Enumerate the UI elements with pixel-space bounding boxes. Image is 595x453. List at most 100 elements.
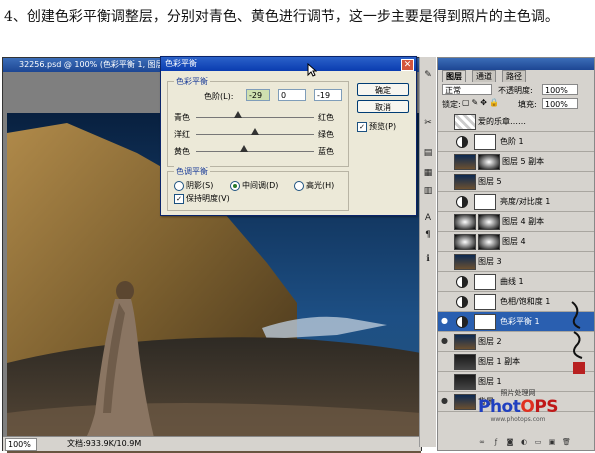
layer-visibility-eye-icon[interactable]: [441, 377, 449, 385]
dialog-title-bar[interactable]: 色彩平衡: [161, 57, 416, 71]
new-layer-icon[interactable]: ▣: [548, 438, 556, 446]
adjustment-layer-icon: [456, 316, 468, 328]
layer-name: 图层 5 副本: [502, 157, 545, 166]
history-icon[interactable]: ▤: [422, 147, 434, 159]
layer-row[interactable]: 图层 5 副本: [438, 152, 594, 172]
layer-visibility-eye-icon[interactable]: [441, 237, 449, 245]
tutorial-caption: 4、创建色彩平衡调整层，分别对青色、黄色进行调节，这一步主要是得到照片的主色调。: [4, 9, 559, 25]
level-cyan-red-input[interactable]: -29: [246, 89, 270, 101]
layer-name: 图层 4 副本: [502, 217, 545, 226]
layer-row[interactable]: 爱的乐章……: [438, 112, 594, 132]
layer-name: 色彩平衡 1: [500, 317, 540, 326]
level-magenta-green-input[interactable]: 0: [278, 89, 306, 101]
layer-thumbnail[interactable]: [454, 154, 476, 170]
brush-tool-icon[interactable]: ✎: [422, 69, 434, 81]
layer-visibility-eye-icon[interactable]: [441, 197, 449, 205]
layer-visibility-eye-icon[interactable]: [441, 157, 449, 165]
actions-icon[interactable]: ▦: [422, 167, 434, 179]
color-balance-group: 色彩平衡 色阶(L): -29 0 -19 青色 红色 洋红 绿色 黄色 蓝色: [167, 76, 349, 167]
fill-field[interactable]: 100%: [542, 98, 578, 109]
delete-layer-icon[interactable]: 🗑: [562, 438, 571, 446]
mouse-cursor-icon: [307, 63, 317, 77]
level-yellow-blue-input[interactable]: -19: [314, 89, 342, 101]
yellow-blue-slider-thumb[interactable]: [239, 145, 248, 152]
opacity-label: 不透明度:: [498, 86, 533, 95]
doc-size-info[interactable]: 文档:933.9K/10.9M: [65, 438, 147, 449]
dialog-close-button[interactable]: ✕: [401, 59, 414, 71]
layer-mask-thumbnail[interactable]: [474, 294, 496, 310]
layer-mask-thumbnail[interactable]: [474, 134, 496, 150]
cyan-red-slider-thumb[interactable]: [233, 111, 242, 118]
character-icon[interactable]: A: [422, 212, 434, 224]
layer-mask-thumbnail[interactable]: [478, 214, 500, 230]
yellow-blue-track[interactable]: [196, 151, 314, 152]
watermark-url: www.photops.com: [490, 416, 546, 423]
ok-button[interactable]: 确定: [357, 83, 409, 96]
blend-mode-select[interactable]: 正常: [442, 84, 492, 95]
paragraph-icon[interactable]: ¶: [422, 229, 434, 241]
layers-panel-header[interactable]: [438, 58, 594, 70]
layer-name: 爱的乐章……: [478, 117, 526, 126]
layer-row[interactable]: 图层 5: [438, 172, 594, 192]
zoom-field[interactable]: 100%: [5, 438, 37, 451]
layer-style-icon[interactable]: ƒ: [492, 438, 500, 446]
layer-visibility-eye-icon[interactable]: ●: [441, 337, 449, 345]
layer-mask-thumbnail[interactable]: [478, 154, 500, 170]
lock-icons[interactable]: ▢✎✥🔒: [462, 98, 501, 107]
layer-row[interactable]: 图层 4 副本: [438, 212, 594, 232]
swatches-icon[interactable]: ▥: [422, 185, 434, 197]
cancel-button[interactable]: 取消: [357, 100, 409, 113]
layer-visibility-eye-icon[interactable]: [441, 117, 449, 125]
slider-green-label: 绿色: [318, 130, 334, 139]
highlights-label: 高光(H): [306, 181, 335, 190]
layer-row[interactable]: 亮度/对比度 1: [438, 192, 594, 212]
layer-mask-thumbnail[interactable]: [474, 314, 496, 330]
layer-visibility-eye-icon[interactable]: [441, 257, 449, 265]
crop-tool-icon[interactable]: ✂: [422, 117, 434, 129]
info-icon[interactable]: ℹ: [422, 253, 434, 265]
layer-visibility-eye-icon[interactable]: [441, 277, 449, 285]
magenta-green-slider-thumb[interactable]: [251, 128, 259, 135]
layer-visibility-eye-icon[interactable]: [441, 357, 449, 365]
preview-checkbox[interactable]: ✓: [357, 122, 367, 132]
new-adjustment-icon[interactable]: ◐: [520, 438, 528, 446]
midtones-radio[interactable]: [230, 181, 240, 191]
layer-thumbnail[interactable]: [454, 174, 476, 190]
layer-visibility-eye-icon[interactable]: [441, 297, 449, 305]
layer-thumbnail[interactable]: [454, 254, 476, 270]
layer-thumbnail[interactable]: [454, 234, 476, 250]
layer-thumbnail[interactable]: [454, 214, 476, 230]
layer-thumbnail[interactable]: [454, 354, 476, 370]
layer-visibility-eye-icon[interactable]: [441, 177, 449, 185]
layer-row[interactable]: 图层 3: [438, 252, 594, 272]
layer-list: 爱的乐章…… 色阶 1 图层 5 副本图层 5 亮度/对比度 1 图层 4 副本图层 4…: [438, 112, 594, 432]
status-bar: 100% 文档:933.9K/10.9M: [3, 436, 421, 451]
cyan-red-track[interactable]: [196, 117, 314, 118]
layer-mask-icon[interactable]: ◙: [506, 438, 514, 446]
layer-name: 亮度/对比度 1: [500, 197, 551, 206]
layer-visibility-eye-icon[interactable]: [441, 137, 449, 145]
opacity-field[interactable]: 100%: [542, 84, 578, 95]
link-layers-icon[interactable]: ∞: [478, 438, 486, 446]
layer-mask-thumbnail[interactable]: [474, 194, 496, 210]
layer-thumbnail[interactable]: [454, 334, 476, 350]
layer-row[interactable]: 色阶 1: [438, 132, 594, 152]
new-group-icon[interactable]: ▭: [534, 438, 542, 446]
layer-mask-thumbnail[interactable]: [478, 234, 500, 250]
layer-visibility-eye-icon[interactable]: ●: [441, 397, 449, 405]
highlights-radio[interactable]: [294, 181, 304, 191]
layer-visibility-eye-icon[interactable]: [441, 217, 449, 225]
tab-paths[interactable]: 路径: [502, 70, 526, 82]
tab-layers[interactable]: 图层: [442, 70, 466, 82]
slider-red-label: 红色: [318, 113, 334, 122]
layer-name: 图层 5: [478, 177, 502, 186]
layer-row[interactable]: 图层 4: [438, 232, 594, 252]
preserve-luminosity-checkbox[interactable]: ✓: [174, 194, 184, 204]
layer-thumbnail[interactable]: [454, 114, 476, 130]
layer-mask-thumbnail[interactable]: [474, 274, 496, 290]
watermark: 照片处理网 PhotOPS www.photops.com: [468, 388, 568, 423]
tab-channels[interactable]: 通道: [472, 70, 496, 82]
shadows-radio[interactable]: [174, 181, 184, 191]
layer-row[interactable]: 曲线 1: [438, 272, 594, 292]
layer-visibility-eye-icon[interactable]: ●: [441, 317, 449, 325]
